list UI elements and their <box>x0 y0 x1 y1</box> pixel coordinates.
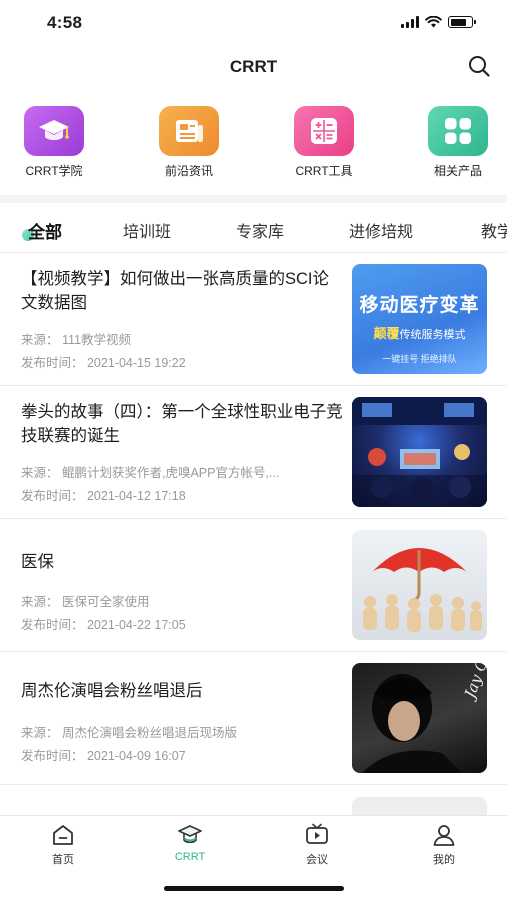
bottom-tab-bar: 首页 CRRT 会议 我的 <box>0 815 507 900</box>
tab-all[interactable]: 全部 <box>28 218 62 243</box>
article-time: 发布时间： 2021-04-15 19:22 <box>21 356 186 370</box>
article-time: 发布时间： 2021-04-09 16:07 <box>21 749 186 763</box>
list-item-partial[interactable] <box>0 785 507 815</box>
shortcut-label: CRRT工具 <box>295 164 353 178</box>
wifi-icon <box>425 16 442 28</box>
nav-bar: CRRT <box>0 44 507 88</box>
article-source: 来源： 医保可全家使用 <box>21 595 150 609</box>
tab-teaching[interactable]: 教学 <box>481 218 507 242</box>
tabbar-crrt[interactable]: CRRT <box>150 822 230 863</box>
article-thumbnail: Jay Chou <box>352 663 487 773</box>
tab-training[interactable]: 培训班 <box>123 218 171 242</box>
album-cover-image: Jay Chou <box>362 663 487 773</box>
tabbar-profile[interactable]: 我的 <box>404 822 484 867</box>
umbrella-figures-image <box>363 548 482 632</box>
article-thumbnail: 移动医疗变革 颠覆传统服务模式 一键挂号 拒绝排队 <box>352 264 487 374</box>
graduation-cap-icon <box>178 825 202 844</box>
signal-icon <box>401 16 419 28</box>
shortcut-crrt-academy[interactable]: CRRT学院 <box>9 106 99 179</box>
home-icon <box>53 825 73 845</box>
calculator-icon <box>294 106 354 156</box>
tabbar-label: 会议 <box>306 854 328 866</box>
tabbar-label: 首页 <box>52 854 74 866</box>
tab-advanced-study[interactable]: 进修培规 <box>349 218 413 242</box>
home-indicator <box>164 886 344 891</box>
list-item[interactable]: 医保 来源： 医保可全家使用 发布时间： 2021-04-22 17:05 <box>0 519 507 652</box>
article-title: 医保 <box>21 553 54 571</box>
tabbar-meeting[interactable]: 会议 <box>277 822 357 867</box>
search-icon[interactable] <box>467 54 491 78</box>
status-icons <box>401 16 476 28</box>
tabbar-label: 我的 <box>433 854 455 866</box>
article-thumbnail <box>352 397 487 507</box>
article-time: 发布时间： 2021-04-22 17:05 <box>21 618 186 632</box>
list-item[interactable]: 拳头的故事（四）：第一个全球性职业电子竞技联赛的诞生 来源： 鲲鹏计划获奖作者,… <box>0 386 507 519</box>
album-cover-text: Jay Chou <box>460 663 487 703</box>
tab-experts[interactable]: 专家库 <box>236 218 284 242</box>
thumbnail-headline: 移动医疗变革 <box>359 295 480 316</box>
battery-icon <box>448 16 476 28</box>
article-title: 【视频教学】如何做出一张高质量的SCI论文数据图 <box>21 270 330 312</box>
article-list: 【视频教学】如何做出一张高质量的SCI论文数据图 来源： 111教学视频 发布时… <box>0 253 507 815</box>
shortcut-row: CRRT学院 前沿资讯 CRRT工具 相关产品 <box>0 106 507 186</box>
graduation-cap-icon <box>24 106 84 156</box>
article-source: 来源： 鲲鹏计划获奖作者,虎嗅APP官方帐号,... <box>21 466 280 480</box>
category-tabs: 全部 培训班 专家库 进修培规 教学 <box>0 203 507 253</box>
esports-arena-image <box>352 397 487 507</box>
tabbar-label: CRRT <box>174 851 206 863</box>
article-thumbnail <box>352 797 487 815</box>
shortcut-label: 相关产品 <box>433 164 482 178</box>
shortcut-crrt-tools[interactable]: CRRT工具 <box>279 106 369 179</box>
thumbnail-caption: 一键挂号 拒绝排队 <box>382 354 457 364</box>
tv-play-icon <box>306 823 328 844</box>
article-title: 拳头的故事（四）：第一个全球性职业电子竞技联赛的诞生 <box>21 403 343 445</box>
page-title: CRRT <box>229 57 278 76</box>
status-time: 4:58 <box>47 13 83 32</box>
article-source: 来源： 周杰伦演唱会粉丝唱退后现场版 <box>21 726 237 740</box>
shortcut-label: CRRT学院 <box>25 164 83 178</box>
status-bar: 4:58 <box>0 0 507 44</box>
article-thumbnail <box>352 530 487 640</box>
list-item[interactable]: 【视频教学】如何做出一张高质量的SCI论文数据图 来源： 111教学视频 发布时… <box>0 253 507 386</box>
person-icon <box>433 825 455 846</box>
section-divider <box>0 195 507 203</box>
list-item[interactable]: 周杰伦演唱会粉丝唱退后 来源： 周杰伦演唱会粉丝唱退后现场版 发布时间： 202… <box>0 652 507 785</box>
shortcut-related-products[interactable]: 相关产品 <box>413 106 503 179</box>
article-time: 发布时间： 2021-04-12 17:18 <box>21 489 186 503</box>
shortcut-label: 前沿资讯 <box>164 164 213 178</box>
article-title: 周杰伦演唱会粉丝唱退后 <box>21 682 203 700</box>
tabbar-home[interactable]: 首页 <box>23 822 103 867</box>
article-source: 来源： 111教学视频 <box>21 333 131 347</box>
thumbnail-subline: 颠覆传统服务模式 <box>373 326 466 341</box>
newspaper-icon <box>159 106 219 156</box>
shortcut-frontier-news[interactable]: 前沿资讯 <box>144 106 234 179</box>
grid-icon <box>428 106 488 156</box>
